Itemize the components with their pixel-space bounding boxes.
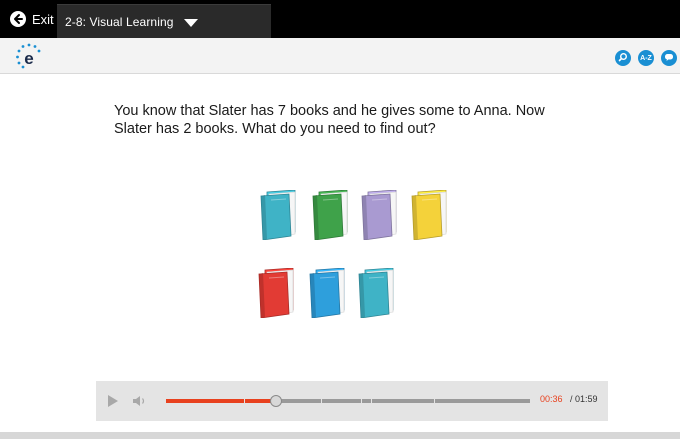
glossary-button[interactable]: A-Z: [638, 50, 654, 66]
volume-icon[interactable]: [132, 394, 148, 413]
total-time: / 01:59: [570, 394, 598, 404]
play-icon[interactable]: [108, 395, 118, 407]
book-icon: [360, 189, 400, 245]
book-icon: [357, 267, 397, 323]
chat-icon: [664, 49, 674, 67]
question-text: You know that Slater has 7 books and he …: [114, 103, 545, 137]
lesson-dropdown[interactable]: 2-8: Visual Learning: [57, 4, 271, 39]
chapter-marker: [434, 399, 435, 403]
book-icon: [257, 267, 297, 323]
chapter-marker: [321, 399, 322, 403]
book-icon: [410, 189, 450, 245]
current-time: 00:36: [540, 394, 563, 404]
search-button[interactable]: [615, 50, 631, 66]
book-icon: [259, 189, 299, 245]
chapter-marker: [244, 399, 245, 403]
search-icon: [618, 49, 628, 67]
glossary-icon: A-Z: [640, 54, 652, 62]
exit-label: Exit: [32, 11, 54, 27]
book-icon: [311, 189, 351, 245]
media-player: 00:36 / 01:59: [96, 381, 608, 421]
back-arrow-icon: [10, 11, 26, 27]
chapter-marker: [361, 399, 362, 403]
caret-down-icon: [183, 19, 198, 27]
lesson-title: 2-8: Visual Learning: [65, 15, 174, 29]
chat-button[interactable]: [661, 50, 677, 66]
toolbar: e A-Z: [0, 38, 680, 74]
progress-track[interactable]: [166, 395, 530, 407]
realize-logo: e: [15, 43, 43, 69]
progress-played: [166, 399, 277, 403]
book-icon: [308, 267, 348, 323]
top-bar: Exit 2-8: Visual Learning: [0, 0, 680, 39]
bottom-border: [0, 432, 680, 439]
logo-letter: e: [24, 49, 33, 68]
scrubber-handle[interactable]: [270, 395, 283, 407]
lesson-content: You know that Slater has 7 books and he …: [8, 74, 680, 429]
chapter-marker: [371, 399, 372, 403]
